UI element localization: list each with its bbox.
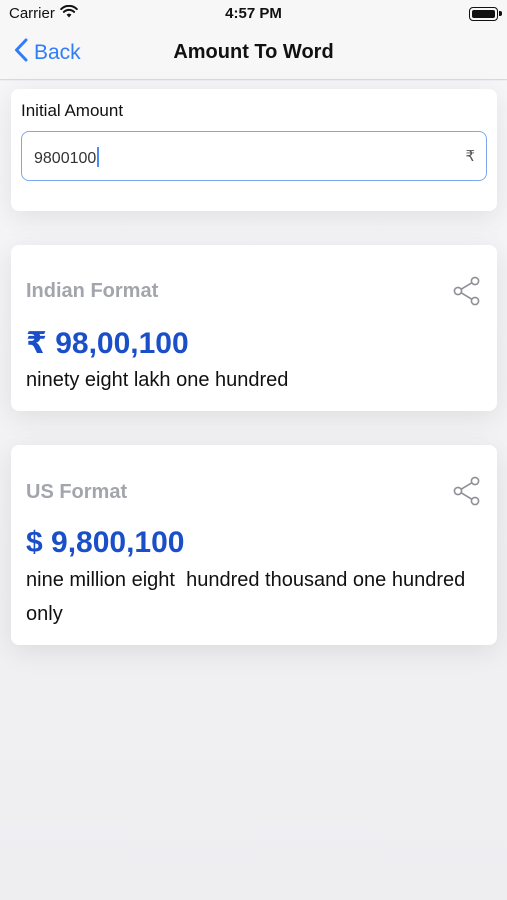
navigation-bar: Back Amount To Word <box>0 28 507 80</box>
us-share-button[interactable] <box>453 476 481 506</box>
share-icon <box>453 276 481 310</box>
us-amount: $ 9,800,100 <box>26 526 185 559</box>
amount-input-value: 9800100 <box>34 147 99 168</box>
rupee-icon: ₹ <box>465 148 475 165</box>
indian-amount: ₹ 98,00,100 <box>26 327 189 360</box>
indian-amount-words: ninety eight lakh one hundred <box>26 369 289 391</box>
indian-format-label: Indian Format <box>26 280 159 302</box>
us-format-label: US Format <box>26 481 128 503</box>
us-amount-words: nine million eight hundred thousand one … <box>26 569 471 625</box>
share-icon <box>453 476 481 510</box>
page-title: Amount To Word <box>173 41 334 63</box>
amount-input[interactable]: 9800100 ₹ <box>21 131 487 181</box>
input-card: Initial Amount 9800100 ₹ <box>11 89 497 211</box>
battery-icon <box>469 7 502 21</box>
initial-amount-label: Initial Amount <box>21 101 124 120</box>
status-time: 4:57 PM <box>225 5 282 22</box>
text-caret <box>97 147 99 167</box>
indian-format-card: Indian Format ₹ 98,00,100 ninety eight l… <box>11 245 497 411</box>
us-format-card: US Format $ 9,800,100 nine million eight… <box>11 445 497 645</box>
status-bar: Carrier 4:57 PM <box>0 0 507 28</box>
indian-share-button[interactable] <box>453 276 481 306</box>
